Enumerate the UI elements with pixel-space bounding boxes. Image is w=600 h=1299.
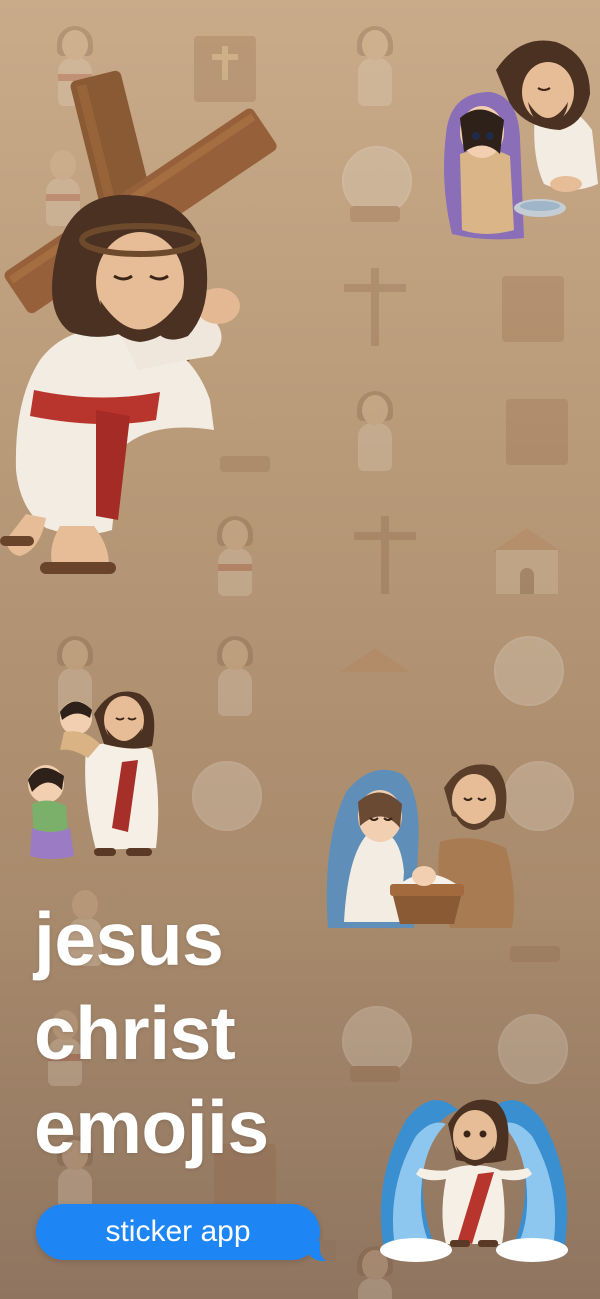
ghost-psalm-book-icon — [492, 385, 582, 475]
ghost-snow-globe-icon — [330, 140, 420, 230]
ghost-waves-icon — [180, 755, 270, 845]
app-promo-screen: jesus christ emojis sticker app — [0, 0, 600, 1299]
sticker-app-label: sticker app — [105, 1215, 251, 1248]
ghost-pieta-icon — [190, 630, 280, 720]
headline-line-2: christ — [34, 991, 236, 1075]
jesus-parting-sea-sticker[interactable] — [376, 1080, 572, 1264]
ghost-god-is-love-icon — [488, 262, 578, 352]
woman-washing-feet-sticker[interactable] — [440, 34, 600, 244]
headline-line-3: emojis — [34, 1085, 269, 1169]
app-title-headline: jesus christ emojis — [34, 892, 354, 1174]
ghost-cross-icon — [340, 510, 430, 600]
ghost-mary-icon — [330, 20, 420, 110]
sticker-app-badge: sticker app — [36, 1204, 336, 1262]
jesus-with-children-sticker[interactable] — [24, 688, 174, 872]
ghost-foot-washing-icon — [330, 385, 420, 475]
ghost-church-icon — [482, 510, 572, 600]
ghost-crucifix-icon — [330, 262, 420, 352]
jesus-carrying-cross-sticker[interactable] — [0, 70, 280, 590]
ghost-jesus-medallion-icon — [482, 630, 572, 720]
headline-line-1: jesus — [34, 897, 224, 981]
ghost-mountains-icon — [330, 630, 420, 720]
